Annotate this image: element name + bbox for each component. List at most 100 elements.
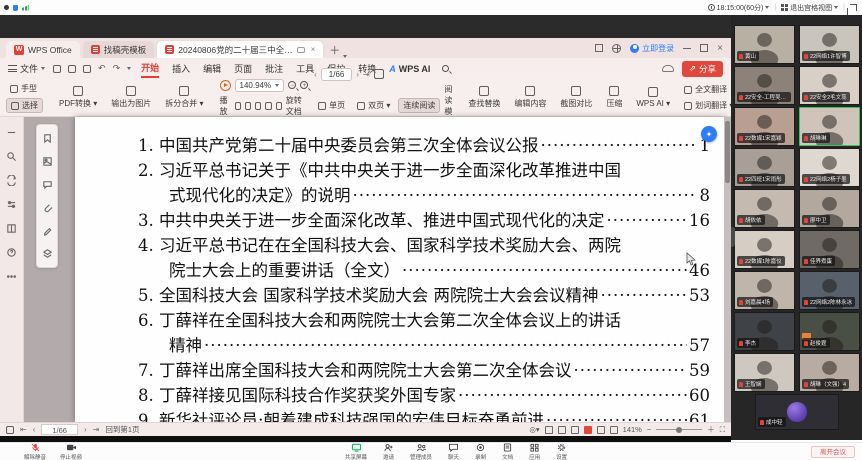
compress-button[interactable]: 压缩 (602, 85, 626, 110)
fit-width-icon[interactable] (545, 426, 553, 434)
participant-tile[interactable]: 22网络2陈林永冰 (799, 271, 860, 310)
zoom-in-button[interactable]: ＋ (707, 424, 715, 435)
stop-video-button[interactable]: 停止视频 (60, 443, 82, 460)
first-page-icon[interactable]: ⇤ (20, 425, 27, 434)
print-icon[interactable] (83, 65, 91, 73)
participant-tile[interactable]: 22数媒1宋嘉颖 (734, 107, 795, 146)
single-page-button[interactable]: 单页 (314, 99, 349, 112)
participant-tile[interactable]: 胡依依 (734, 189, 795, 228)
manage-members-button[interactable]: 管理成员 (410, 443, 432, 460)
pen-icon[interactable] (42, 225, 53, 236)
screenshot-compare-button[interactable]: 截图对比 (556, 85, 596, 110)
view-mode-switch[interactable]: 退出宫格视图 (781, 3, 838, 13)
find-replace-button[interactable]: 查找替换 (464, 85, 504, 110)
continuous-icon[interactable] (610, 426, 618, 434)
floating-assistant-badge[interactable]: ✦ (701, 126, 717, 142)
attachment-icon[interactable] (42, 202, 53, 213)
participant-tile[interactable]: 佳界煮蛋 (799, 230, 860, 269)
participant-tile[interactable]: 胡琳琳 (799, 107, 860, 146)
rotate-doc-label[interactable]: 旋转文档 (286, 95, 308, 117)
zoom-slider[interactable] (656, 429, 702, 430)
participant-tile[interactable]: 王智娴 (734, 353, 795, 392)
last-page-icon[interactable]: ⇥ (93, 425, 100, 434)
participant-tile[interactable]: 刘嘉晨4场 (734, 271, 795, 310)
settings-sliders-icon[interactable] (6, 199, 17, 210)
fullscreen-icon[interactable]: ⛶ (720, 425, 725, 435)
single-page-icon[interactable] (571, 426, 579, 434)
record-button[interactable]: 录制 (475, 443, 486, 460)
rotate-right-icon[interactable] (276, 102, 282, 110)
ribbon-tab[interactable]: 批注 (265, 60, 283, 77)
chevron-down-icon[interactable] (127, 67, 131, 70)
fit-page-icon[interactable] (235, 102, 241, 110)
restore-button[interactable] (700, 44, 708, 52)
new-tab-button[interactable]: ＋ (329, 42, 340, 58)
double-page-button[interactable]: 双页 ▾ (353, 99, 394, 112)
unmute-button[interactable]: 解除静音 (24, 443, 46, 460)
zoom-out-icon[interactable]: − (288, 81, 296, 89)
file-menu[interactable]: 文件 (8, 62, 45, 75)
share-screen-button[interactable]: 共享屏幕 (345, 443, 367, 460)
eye-protect-icon[interactable]: ◎▾ (529, 425, 539, 434)
pdf-convert-button[interactable]: PDF转换 ▾ (55, 85, 101, 110)
layers-icon[interactable] (42, 248, 53, 259)
translate-icon[interactable] (6, 175, 17, 186)
open-icon[interactable] (53, 65, 61, 73)
invite-button[interactable]: 邀请 (383, 443, 394, 460)
participant-tile[interactable]: 22安全2毛文蕊 (799, 66, 860, 105)
close-window-button[interactable]: × (717, 43, 723, 54)
zoom-out-button[interactable]: − (647, 425, 651, 434)
ribbon-tab[interactable]: 编辑 (203, 60, 221, 77)
participant-tile[interactable]: 廖中卫 (799, 189, 860, 228)
continuous-read-button[interactable]: 连续阅读 (398, 98, 440, 113)
ribbon-tab[interactable]: 开始 (141, 59, 159, 78)
globe-icon[interactable] (612, 44, 621, 53)
prev-page-icon[interactable]: ‹ (314, 70, 317, 79)
collapse-icon[interactable] (6, 127, 17, 138)
wps-ai-button[interactable]: WPS AI ▾ (632, 86, 674, 109)
tab-document-active[interactable]: 20240806党的二十届三中全… × (157, 41, 323, 58)
read-mode-icon[interactable] (374, 69, 384, 79)
participant-tile[interactable]: 22四班1宋雨彤 (734, 148, 795, 187)
apps-button[interactable]: 应用 (529, 443, 540, 460)
tab-wps-home[interactable]: W WPS Office (6, 41, 80, 58)
bookmark-icon[interactable] (42, 133, 53, 144)
last-page-icon[interactable]: ⇥ (363, 70, 370, 79)
ribbon-tab[interactable]: 页面 (234, 60, 252, 77)
panel-collapse-handle[interactable] (731, 227, 735, 247)
ribbon-tab[interactable]: 工具 (296, 60, 314, 77)
thumbnail-icon[interactable] (42, 156, 53, 167)
chat-button[interactable]: 聊天 (448, 443, 459, 460)
cloud-icon[interactable] (662, 65, 674, 72)
select-tool-button[interactable]: 选择 (6, 98, 43, 113)
prev-page-icon[interactable]: ‹ (33, 425, 36, 434)
zoom-in-icon[interactable]: + (300, 81, 308, 89)
rotate-left-icon[interactable] (265, 102, 271, 110)
participant-tile[interactable]: 胡琳（文强）4 (799, 353, 860, 392)
layout-icon[interactable] (595, 44, 603, 52)
share-button[interactable]: ⇗ 分享 (682, 61, 723, 77)
participant-tile[interactable]: 22网络2杨子墨 (799, 148, 860, 187)
back-to-page-link[interactable]: 回到第1页 (105, 424, 139, 435)
scrollbar-thumb[interactable] (725, 121, 730, 183)
participant-tile[interactable]: 李杰 (734, 312, 795, 351)
full-translate-button[interactable]: 全文翻译 (680, 83, 737, 96)
layout-icon[interactable] (6, 223, 17, 234)
help-icon[interactable] (6, 247, 17, 258)
zoom-value-dropdown[interactable]: 140.94% (235, 79, 285, 92)
presentation-icon[interactable] (584, 426, 592, 434)
participant-tile[interactable]: 22网络1许智博 (799, 25, 860, 64)
fit-page-icon[interactable] (558, 426, 566, 434)
save-icon[interactable] (68, 65, 76, 73)
more-icon[interactable] (6, 271, 17, 282)
page-indicator[interactable]: 1/66 (41, 424, 78, 435)
edit-content-button[interactable]: 编辑内容 (510, 85, 550, 110)
hand-tool-button[interactable]: 手型 (6, 82, 43, 95)
participant-tile[interactable]: 赵俊霆 (799, 312, 860, 351)
zoom-level[interactable]: 141% (623, 425, 642, 434)
comment-icon[interactable] (42, 179, 53, 190)
participant-tile[interactable]: 黄山 (734, 25, 795, 64)
actual-size-icon[interactable] (255, 102, 261, 110)
redo-icon[interactable]: ↷ (113, 63, 121, 74)
tab-template[interactable]: 找稿壳模板 (83, 41, 155, 58)
